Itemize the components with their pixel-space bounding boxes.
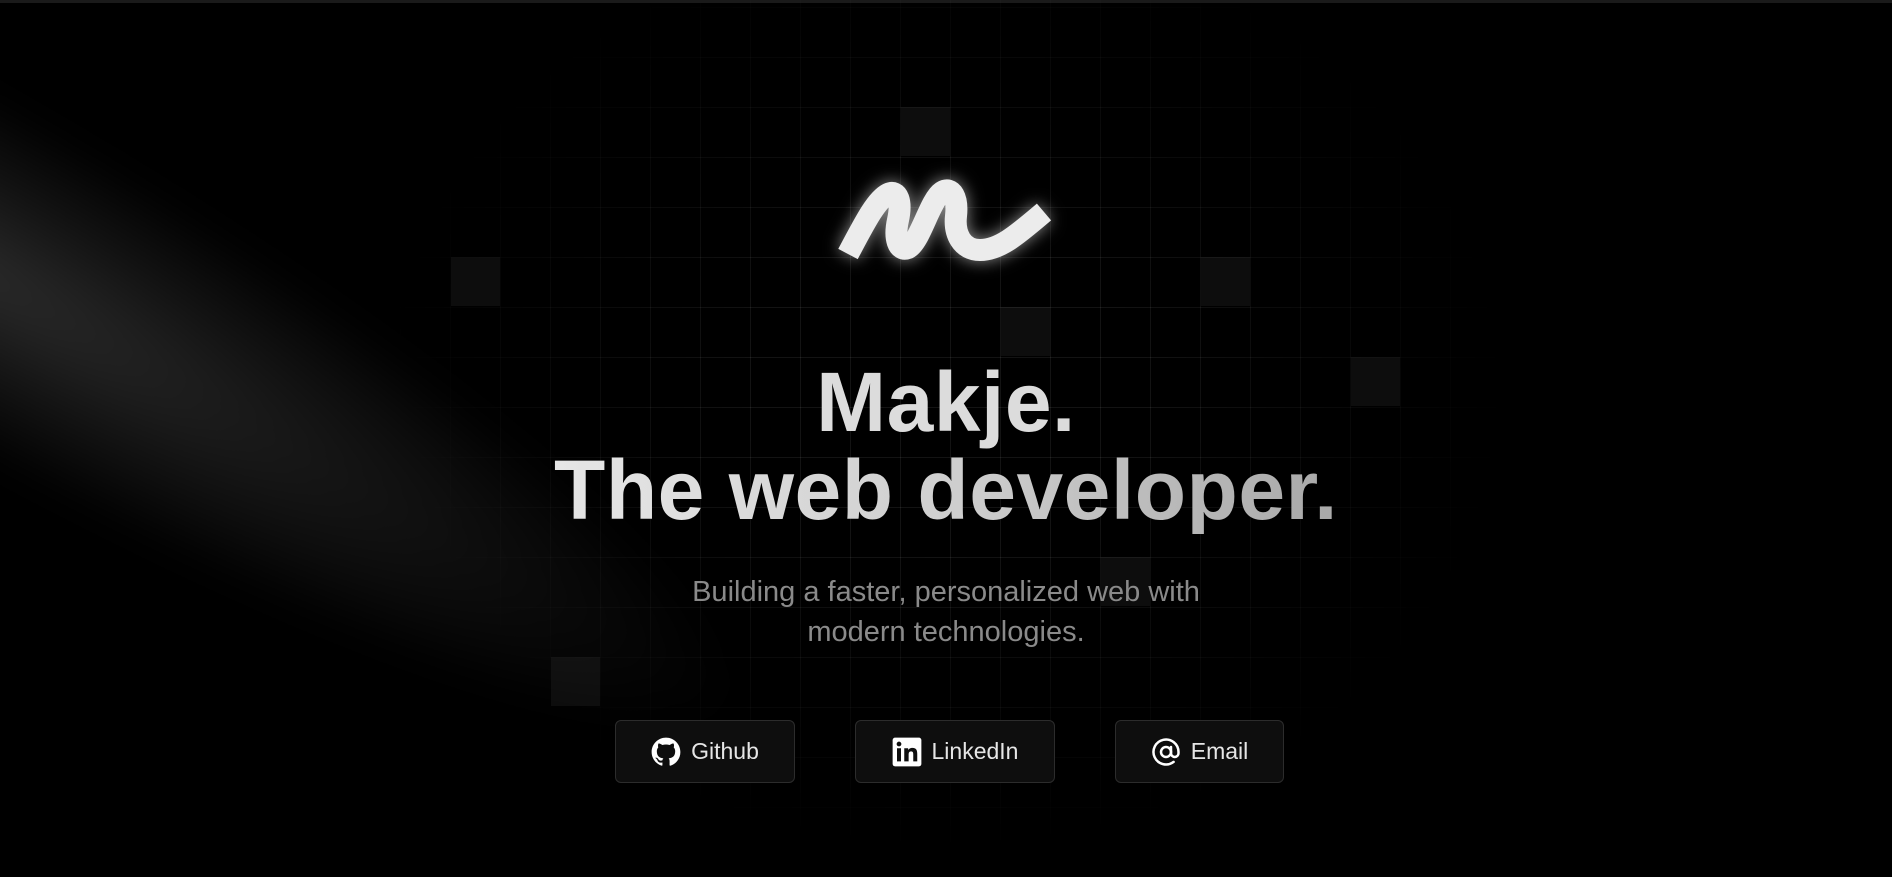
linkedin-button[interactable]: LinkedIn	[855, 720, 1055, 783]
at-sign-icon	[1151, 737, 1181, 767]
hero-subtitle-line2: modern technologies.	[807, 616, 1085, 648]
logo-mark-icon	[838, 179, 1052, 261]
github-icon	[651, 737, 681, 767]
email-button[interactable]: Email	[1115, 720, 1284, 783]
email-button-label: Email	[1190, 738, 1249, 764]
hero-title: Makje. The web developer.	[0, 358, 1892, 534]
github-button-label: Github	[691, 738, 759, 764]
linkedin-button-label: LinkedIn	[931, 738, 1019, 764]
hero-title-tagline: The web developer.	[554, 443, 1338, 537]
linkedin-icon	[892, 737, 922, 767]
hero-title-name: Makje.	[816, 355, 1076, 449]
hero-subtitle: Building a faster, personalized web with…	[0, 572, 1892, 652]
hero-subtitle-line1: Building a faster, personalized web with	[692, 576, 1200, 608]
github-button[interactable]: Github	[615, 720, 795, 783]
hero-section: Makje. The web developer. Building a fas…	[0, 0, 1892, 877]
